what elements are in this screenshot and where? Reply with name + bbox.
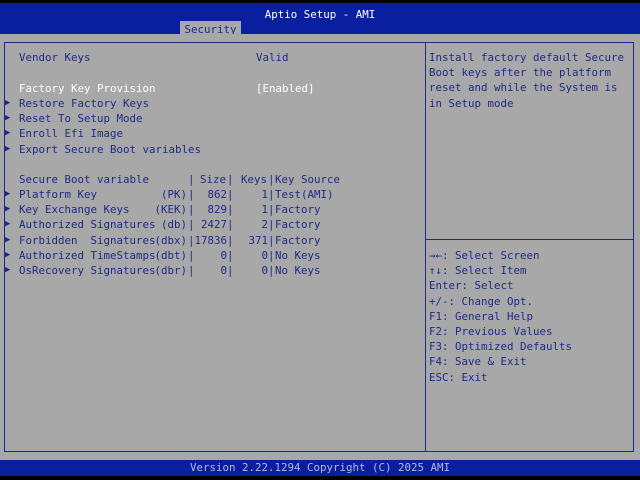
submenu-item[interactable]: Reset To Setup Mode (19, 112, 143, 125)
table-row-source: No Keys (275, 264, 321, 277)
table-header-variable: Secure Boot variable (19, 173, 149, 186)
factory-key-provision-label[interactable]: Factory Key Provision (19, 82, 156, 95)
column-separator: | (268, 188, 275, 201)
table-row-abbr: (KEK) (140, 203, 187, 216)
column-separator: | (188, 203, 195, 216)
key-hint: →←: Select Screen (429, 249, 540, 262)
version-text: Version 2.22.1294 Copyright (C) 2025 AMI (0, 460, 640, 476)
table-row-source: Factory (275, 203, 321, 216)
table-row-abbr: (PK) (140, 188, 187, 201)
submenu-item[interactable]: Export Secure Boot variables (19, 143, 201, 156)
app-title: Aptio Setup - AMI (0, 8, 640, 21)
help-text-line: Boot keys after the platform (429, 66, 611, 79)
table-row-abbr: (dbx) (140, 234, 187, 247)
column-separator: | (268, 173, 275, 186)
column-separator: | (188, 234, 195, 247)
column-separator: | (227, 218, 234, 231)
column-separator: | (227, 173, 234, 186)
table-row-name[interactable]: Authorized Signatures (19, 218, 156, 231)
table-row-source: Factory (275, 218, 321, 231)
column-separator: | (268, 203, 275, 216)
key-hint: F3: Optimized Defaults (429, 340, 572, 353)
column-separator: | (268, 249, 275, 262)
vendor-keys-label: Vendor Keys (19, 51, 91, 64)
key-hint: Enter: Select (429, 279, 514, 292)
column-separator: | (188, 249, 195, 262)
factory-key-provision-select[interactable]: [Enabled] (256, 82, 315, 95)
table-row-abbr: (dbt) (140, 249, 187, 262)
help-text-line: reset and while the System is (429, 81, 618, 94)
help-text-line: in Setup mode (429, 97, 514, 110)
key-hint: F1: General Help (429, 310, 533, 323)
submenu-arrow-icon: ▶ (5, 97, 10, 110)
column-separator: | (188, 173, 195, 186)
table-row-source: Factory (275, 234, 321, 247)
column-separator: | (268, 234, 275, 247)
submenu-arrow-icon: ▶ (5, 127, 10, 140)
submenu-arrow-icon: ▶ (5, 264, 10, 277)
submenu-arrow-icon: ▶ (5, 143, 10, 156)
column-separator: | (268, 218, 275, 231)
help-divider (426, 239, 634, 240)
table-row-source: No Keys (275, 249, 321, 262)
table-header-source: Key Source (275, 173, 340, 186)
column-separator: | (227, 234, 234, 247)
pane-divider (425, 42, 426, 452)
table-header-size: Size (194, 173, 226, 186)
table-row-name[interactable]: Forbidden Signatures (19, 234, 156, 247)
table-row-name[interactable]: Platform Key (19, 188, 97, 201)
column-separator: | (227, 203, 234, 216)
submenu-arrow-icon: ▶ (5, 188, 10, 201)
key-hint: +/-: Change Opt. (429, 295, 533, 308)
column-separator: | (227, 264, 234, 277)
column-separator: | (268, 264, 275, 277)
table-header-keys: Keys (233, 173, 267, 186)
submenu-arrow-icon: ▶ (5, 203, 10, 216)
key-hint: F2: Previous Values (429, 325, 553, 338)
table-row-name[interactable]: OsRecovery Signatures (19, 264, 156, 277)
key-hint: ↑↓: Select Item (429, 264, 527, 277)
table-row-abbr: (db) (140, 218, 187, 231)
column-separator: | (188, 218, 195, 231)
table-row-abbr: (dbr) (140, 264, 187, 277)
submenu-item[interactable]: Enroll Efi Image (19, 127, 123, 140)
column-separator: | (227, 249, 234, 262)
footer-bar: Version 2.22.1294 Copyright (C) 2025 AMI (0, 460, 640, 476)
title-bar: Aptio Setup - AMI Security (0, 3, 640, 34)
key-hint: ESC: Exit (429, 371, 488, 384)
submenu-arrow-icon: ▶ (5, 249, 10, 262)
submenu-arrow-icon: ▶ (5, 234, 10, 247)
column-separator: | (188, 188, 195, 201)
column-separator: | (188, 264, 195, 277)
help-text-line: Install factory default Secure (429, 51, 624, 64)
key-hint: F4: Save & Exit (429, 355, 527, 368)
table-row-source: Test(AMI) (275, 188, 334, 201)
table-row-name[interactable]: Key Exchange Keys (19, 203, 130, 216)
submenu-arrow-icon: ▶ (5, 112, 10, 125)
vendor-keys-value: Valid (256, 51, 289, 64)
submenu-arrow-icon: ▶ (5, 218, 10, 231)
table-row-name[interactable]: Authorized TimeStamps (19, 249, 156, 262)
submenu-item[interactable]: Restore Factory Keys (19, 97, 149, 110)
column-separator: | (227, 188, 234, 201)
